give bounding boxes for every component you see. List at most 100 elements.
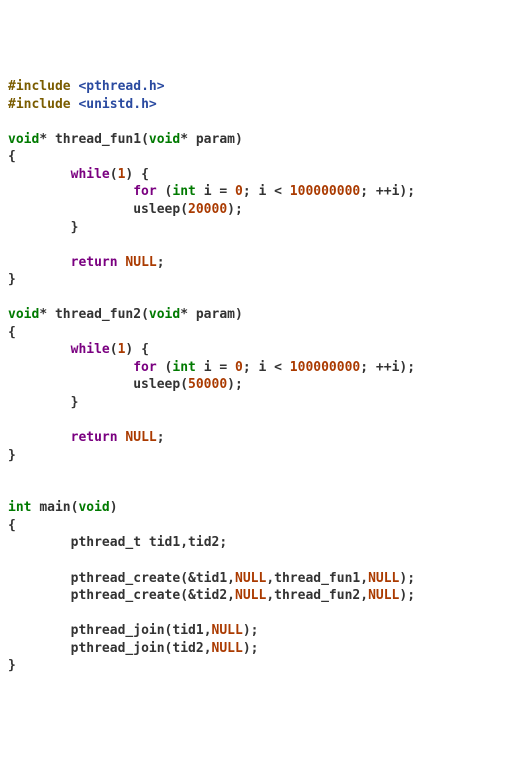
code-token: ( (157, 360, 173, 375)
code-token: < (266, 360, 289, 375)
code-token: for (133, 360, 156, 375)
code-line (8, 113, 508, 131)
code-token: { (8, 149, 16, 164)
code-token: NULL (235, 571, 266, 586)
code-line (8, 289, 508, 307)
code-token (8, 641, 71, 656)
code-token: usleep (133, 377, 180, 392)
code-token: , (180, 535, 188, 550)
code-token: ( (180, 202, 188, 217)
code-token: ( (165, 641, 173, 656)
code-line: void* thread_fun2(void* param) (8, 306, 508, 324)
code-line: usleep(20000); (8, 201, 508, 219)
code-token (8, 167, 71, 182)
code-token: * (180, 132, 196, 147)
code-token: ( (180, 377, 188, 392)
code-token: ) (235, 307, 243, 322)
code-line (8, 482, 508, 500)
code-token: usleep (133, 202, 180, 217)
code-line: { (8, 148, 508, 166)
code-token: ; ++ (360, 360, 391, 375)
code-token: void (8, 307, 39, 322)
code-token: ; (157, 430, 165, 445)
code-line: { (8, 324, 508, 342)
code-line: return NULL; (8, 429, 508, 447)
code-line: { (8, 517, 508, 535)
code-token (8, 255, 71, 270)
code-token: void (149, 132, 180, 147)
code-token: ); (243, 641, 259, 656)
code-line: pthread_join(tid2,NULL); (8, 640, 508, 658)
code-token (8, 360, 133, 375)
code-line (8, 236, 508, 254)
code-token: void (8, 132, 39, 147)
code-token: , (227, 588, 235, 603)
code-token: ) (110, 500, 118, 515)
code-token: = (212, 360, 235, 375)
code-token: = (212, 184, 235, 199)
code-token: ); (399, 588, 415, 603)
code-token: i (204, 360, 212, 375)
code-token: { (8, 518, 16, 533)
code-token: } (8, 220, 78, 235)
code-token: , (360, 588, 368, 603)
code-token: #include (8, 97, 71, 112)
code-line: for (int i = 0; i < 100000000; ++i); (8, 359, 508, 377)
code-token: int (172, 184, 195, 199)
code-token: NULL (212, 623, 243, 638)
code-line: return NULL; (8, 254, 508, 272)
code-token: (& (180, 588, 196, 603)
code-token: i (204, 184, 212, 199)
code-line: } (8, 219, 508, 237)
code-line: pthread_join(tid1,NULL); (8, 622, 508, 640)
code-token: } (8, 395, 78, 410)
code-line (8, 552, 508, 570)
code-token: ); (227, 202, 243, 217)
code-token: , (266, 588, 274, 603)
code-token: ); (399, 360, 415, 375)
code-line: pthread_create(&tid2,NULL,thread_fun2,NU… (8, 587, 508, 605)
code-token (8, 377, 133, 392)
code-token: ( (110, 342, 118, 357)
code-token: NULL (235, 588, 266, 603)
code-token: (& (180, 571, 196, 586)
code-token: tid1 (172, 623, 203, 638)
code-line (8, 464, 508, 482)
code-token: NULL (368, 588, 399, 603)
code-token (196, 360, 204, 375)
code-token: * (39, 307, 55, 322)
code-line: } (8, 271, 508, 289)
code-token (8, 202, 133, 217)
code-token: void (78, 500, 109, 515)
code-token: 0 (235, 184, 243, 199)
code-line: pthread_t tid1,tid2; (8, 534, 508, 552)
code-token: ); (399, 571, 415, 586)
code-token: NULL (125, 255, 156, 270)
code-token (8, 571, 71, 586)
code-token: thread_fun2 (55, 307, 141, 322)
code-token: , (227, 571, 235, 586)
code-token: while (71, 167, 110, 182)
code-line: #include <pthread.h> (8, 78, 508, 96)
code-token: 20000 (188, 202, 227, 217)
code-token: return (71, 255, 118, 270)
code-token: , (204, 641, 212, 656)
code-line (8, 412, 508, 430)
code-token: tid1 (149, 535, 180, 550)
code-token: tid2 (172, 641, 203, 656)
code-token: , (204, 623, 212, 638)
code-token: ) { (125, 342, 148, 357)
code-token: ( (141, 132, 149, 147)
code-block: #include <pthread.h>#include <unistd.h> … (8, 78, 508, 675)
code-token (141, 535, 149, 550)
code-line: #include <unistd.h> (8, 96, 508, 114)
code-token (8, 535, 71, 550)
code-token: * (39, 132, 55, 147)
code-token: return (71, 430, 118, 445)
code-token: ; (243, 184, 259, 199)
code-token: * (180, 307, 196, 322)
code-token: pthread_create (71, 571, 181, 586)
code-token: ) { (125, 167, 148, 182)
code-token (8, 184, 133, 199)
code-token: , (360, 571, 368, 586)
